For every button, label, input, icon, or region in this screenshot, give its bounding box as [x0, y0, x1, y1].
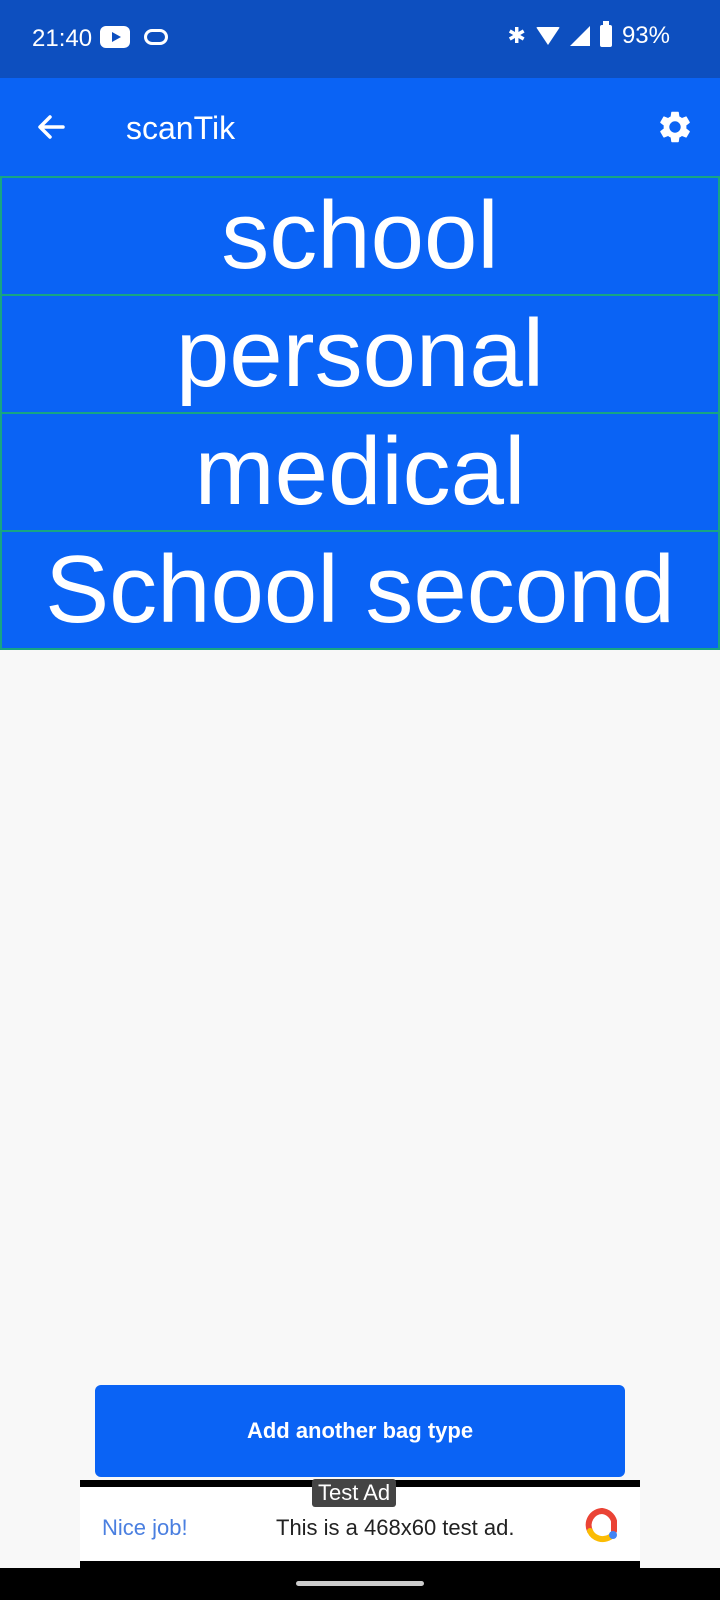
- bag-type-item[interactable]: personal: [0, 296, 720, 414]
- ad-body[interactable]: This is a 468x60 test ad.: [276, 1515, 514, 1541]
- back-button[interactable]: [30, 106, 72, 148]
- signal-icon: [569, 26, 590, 46]
- ad-headline[interactable]: Nice job!: [102, 1515, 188, 1541]
- battery-charging-icon: [599, 21, 612, 47]
- app-bar: scanTik: [0, 78, 720, 176]
- bag-type-item[interactable]: school: [0, 176, 720, 296]
- home-indicator[interactable]: [296, 1581, 424, 1586]
- navigation-bar: [0, 1568, 720, 1600]
- youtube-icon: [100, 26, 130, 48]
- system-icons: ✱ 93%: [507, 21, 670, 50]
- ad-label: Test Ad: [312, 1479, 397, 1507]
- bag-type-item[interactable]: medical: [0, 414, 720, 532]
- pill-icon: [144, 29, 168, 45]
- wifi-icon: [535, 27, 560, 45]
- status-bar: 21:40 ✱ 93%: [0, 0, 720, 78]
- ad-banner[interactable]: Test Ad Nice job! This is a 468x60 test …: [80, 1479, 640, 1568]
- gear-icon: [660, 111, 690, 143]
- arrow-left-icon: [38, 115, 65, 139]
- bluetooth-icon: ✱: [507, 23, 526, 48]
- status-time: 21:40: [32, 25, 93, 52]
- bag-type-item[interactable]: School second: [0, 532, 720, 650]
- settings-button[interactable]: [652, 104, 698, 150]
- app-title: scanTik: [126, 110, 236, 146]
- notification-icons: [100, 26, 168, 48]
- battery-percent: 93%: [621, 22, 670, 49]
- ad-logo-icon[interactable]: [584, 1507, 620, 1543]
- add-bag-type-button[interactable]: Add another bag type: [95, 1385, 625, 1477]
- bag-type-list: school personal medical School second: [0, 176, 720, 650]
